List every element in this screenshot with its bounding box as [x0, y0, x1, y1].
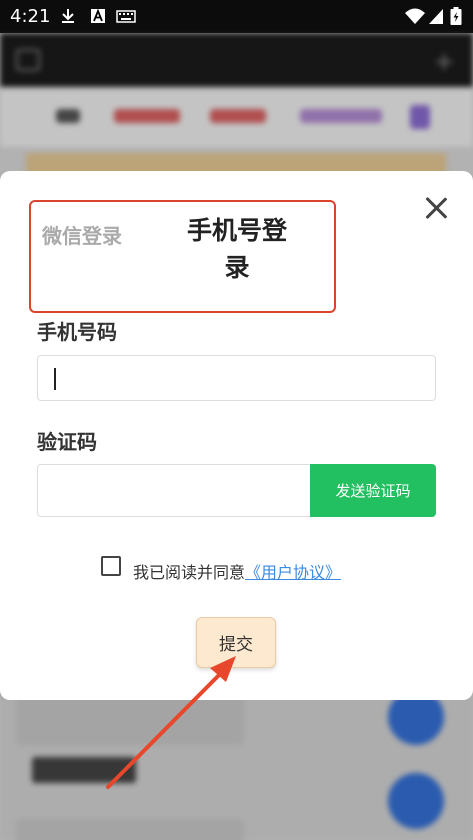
submit-button[interactable]: 提交	[196, 617, 276, 668]
phone-label: 手机号码	[37, 320, 117, 344]
code-label: 验证码	[37, 430, 97, 454]
battery-icon	[450, 7, 462, 25]
close-icon[interactable]	[424, 196, 448, 220]
agreement-text: 我已阅读并同意《用户协议》	[133, 559, 341, 583]
status-time: 4:21	[10, 6, 51, 27]
keyboard-icon	[116, 10, 136, 23]
signal-icon	[429, 9, 443, 24]
a-icon	[91, 8, 105, 23]
verification-code-input[interactable]	[37, 464, 313, 517]
highlight-box	[29, 200, 336, 313]
download-icon	[62, 9, 74, 23]
user-agreement-link[interactable]: 《用户协议》	[245, 563, 341, 582]
status-bar: 4:21	[0, 0, 473, 33]
text-cursor	[54, 368, 56, 390]
send-code-button[interactable]: 发送验证码	[310, 464, 436, 517]
wifi-icon	[405, 8, 425, 24]
agreement-checkbox[interactable]	[101, 556, 121, 576]
agreement-label: 我已阅读并同意	[133, 563, 246, 582]
phone-input[interactable]	[37, 355, 436, 401]
